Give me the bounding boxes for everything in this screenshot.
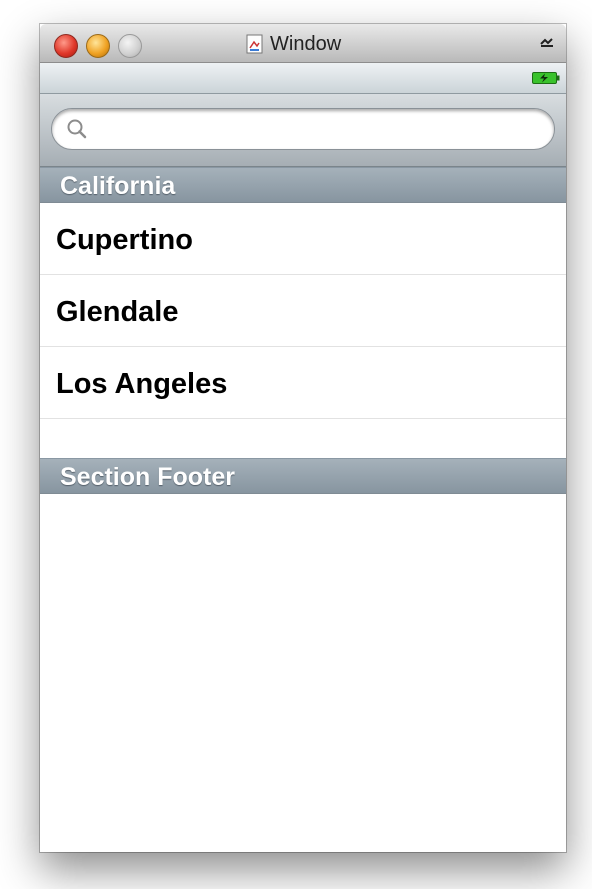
document-icon [246,34,264,54]
section-footer: Section Footer [40,458,566,494]
search-input[interactable] [96,115,540,145]
battery-charging-icon [532,71,560,84]
close-button[interactable] [54,34,78,58]
title-bar[interactable]: Window [40,24,566,63]
section-header-label: California [60,172,176,200]
app-window: Window California Cupertino Glendale Los… [40,24,566,852]
window-title-group: Window [246,32,341,56]
table-row-label: Cupertino [56,224,193,256]
window-title: Window [270,32,342,55]
search-bar [40,94,566,167]
search-field[interactable] [51,108,555,150]
table-row-label: Glendale [56,296,179,328]
table-row[interactable]: Los Angeles [40,347,566,419]
minimize-button[interactable] [86,34,110,58]
toolbar-toggle-icon[interactable] [540,34,554,52]
table-row[interactable]: Cupertino [40,203,566,275]
table-row[interactable]: Glendale [40,275,566,347]
empty-row [40,420,566,458]
search-icon [66,118,88,140]
status-bar [40,63,566,94]
zoom-button[interactable] [118,34,142,58]
table-row-label: Los Angeles [56,368,228,400]
section-footer-label: Section Footer [60,463,236,491]
section-header: California [40,167,566,203]
